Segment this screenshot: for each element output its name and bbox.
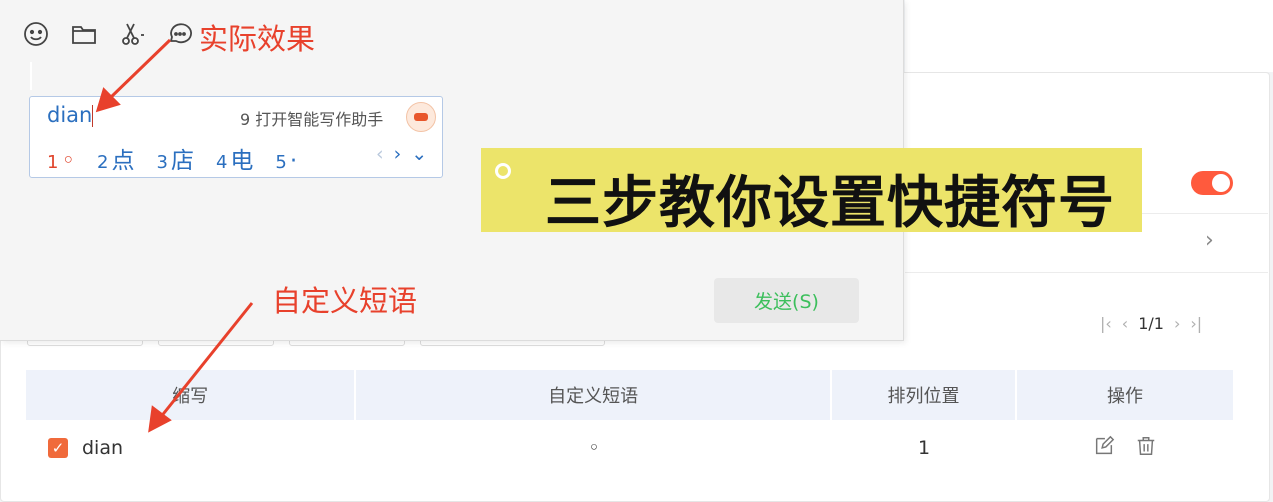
next-page-icon[interactable]: › — [394, 143, 402, 165]
edit-icon[interactable] — [1093, 435, 1115, 462]
banner-title: 三步教你设置快捷符号 — [545, 171, 1115, 236]
candidate-item[interactable]: 2点 — [97, 141, 134, 175]
abbr-cell: ✓ dian — [26, 437, 356, 459]
chevron-right-icon[interactable]: › — [1205, 228, 1214, 253]
expand-icon[interactable]: ⌄ — [411, 143, 427, 165]
header-position: 排列位置 — [832, 370, 1018, 420]
ime-nav: ‹ › ⌄ — [376, 143, 427, 165]
prev-page-icon[interactable]: ‹ — [376, 143, 384, 165]
ime-assistant-tip[interactable]: 9 打开智能写作助手 — [240, 106, 383, 130]
scissors-icon[interactable] — [118, 20, 146, 52]
phrase-table: 缩写 自定义短语 排列位置 操作 ✓ dian ◦ 1 — [26, 370, 1233, 476]
send-button[interactable]: 发送(S) — [714, 278, 859, 323]
chat-bubble-icon[interactable] — [166, 20, 194, 52]
ime-candidate-box: dian 9 打开智能写作助手 1 ◦ 2点 3店 4电 5 · ‹ › ⌄ — [29, 96, 443, 178]
abbr-value: dian — [82, 437, 124, 459]
ime-composition: dian — [47, 103, 94, 127]
annotation-custom-phrase: 自定义短语 — [272, 284, 418, 318]
emoji-icon[interactable] — [22, 20, 50, 52]
first-page-icon[interactable]: |‹ — [1100, 314, 1112, 333]
annotation-actual-effect: 实际效果 — [199, 22, 316, 56]
text-cursor — [30, 62, 32, 90]
top-strip — [905, 0, 1273, 72]
toggle-knob — [1212, 174, 1230, 192]
position-value: 1 — [917, 437, 931, 459]
candidate-item[interactable]: 4电 — [216, 141, 253, 175]
phrase-value: ◦ — [588, 437, 600, 459]
last-page-icon[interactable]: ›| — [1190, 314, 1202, 333]
page-indicator: 1/1 — [1138, 314, 1164, 333]
divider — [905, 272, 1268, 273]
folder-icon[interactable] — [70, 20, 98, 52]
next-page-icon[interactable]: › — [1174, 314, 1180, 333]
header-abbr: 缩写 — [26, 370, 357, 420]
ime-candidates: 1 ◦ 2点 3店 4电 5 · — [47, 141, 297, 175]
table-row: ✓ dian ◦ 1 — [26, 420, 1233, 476]
candidate-item[interactable]: 3店 — [156, 141, 193, 175]
candidate-item[interactable]: 1 ◦ — [47, 148, 75, 174]
header-actions: 操作 — [1107, 386, 1144, 407]
banner-dot — [488, 156, 518, 186]
row-checkbox[interactable]: ✓ — [48, 438, 68, 458]
table-header: 缩写 自定义短语 排列位置 操作 — [26, 370, 1233, 420]
feature-toggle[interactable] — [1191, 171, 1233, 195]
candidate-item[interactable]: 5 · — [275, 148, 297, 174]
header-phrase: 自定义短语 — [356, 370, 832, 420]
pagination: |‹ ‹ 1/1 › ›| — [1100, 314, 1202, 333]
chat-toolbar — [22, 20, 194, 52]
ime-logo-icon[interactable] — [406, 102, 436, 132]
prev-page-icon[interactable]: ‹ — [1122, 314, 1128, 333]
delete-icon[interactable] — [1135, 435, 1157, 462]
actions-cell — [1016, 435, 1233, 462]
